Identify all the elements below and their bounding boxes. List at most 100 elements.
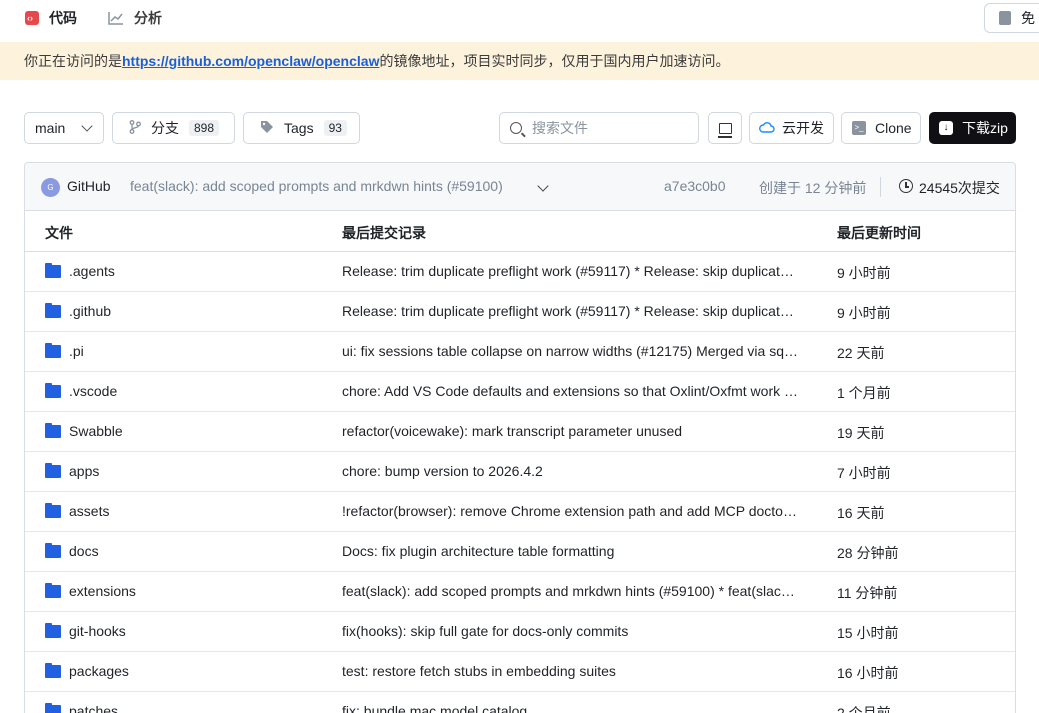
table-row[interactable]: .agents Release: trim duplicate prefligh… xyxy=(25,252,1015,292)
table-row[interactable]: extensions feat(slack): add scoped promp… xyxy=(25,572,1015,612)
row-updated-time: 11 分钟前 xyxy=(837,585,898,601)
folder-icon xyxy=(45,383,61,398)
table-header: 文件 最后提交记录 最后更新时间 xyxy=(25,211,1015,252)
table-row[interactable]: git-hooks fix(hooks): skip full gate for… xyxy=(25,612,1015,652)
file-name[interactable]: extensions xyxy=(69,583,136,599)
commit-count-link[interactable]: 24545次提交 xyxy=(919,178,1000,198)
banner-suffix: 的镜像地址，项目实时同步，仅用于国内用户加速访问。 xyxy=(379,53,730,69)
branches-button[interactable]: 分支 898 xyxy=(112,112,235,144)
row-commit-message[interactable]: fix: bundle mac model catalog xyxy=(342,703,800,713)
file-name[interactable]: docs xyxy=(69,543,99,559)
cloud-icon xyxy=(759,120,775,137)
avatar: G xyxy=(41,178,60,197)
table-row[interactable]: apps chore: bump version to 2026.4.2 7 小… xyxy=(25,452,1015,492)
table-row[interactable]: .github Release: trim duplicate prefligh… xyxy=(25,292,1015,332)
table-row[interactable]: patches fix: bundle mac model catalog 2 … xyxy=(25,692,1015,713)
top-tabs: 代码 分析 免 xyxy=(0,0,1039,42)
table-row[interactable]: packages test: restore fetch stubs in em… xyxy=(25,652,1015,692)
download-icon: ↓ xyxy=(939,121,953,135)
row-commit-message[interactable]: chore: Add VS Code defaults and extensio… xyxy=(342,383,800,399)
branch-select[interactable]: main xyxy=(24,112,104,144)
file-search-input[interactable] xyxy=(532,120,682,136)
tag-icon xyxy=(260,120,274,137)
file-name[interactable]: patches xyxy=(69,703,118,713)
header-file: 文件 xyxy=(45,225,73,241)
row-updated-time: 16 小时前 xyxy=(837,665,899,681)
tags-button[interactable]: Tags 93 xyxy=(243,112,360,144)
divider xyxy=(880,177,881,197)
table-row[interactable]: Swabble refactor(voicewake): mark transc… xyxy=(25,412,1015,452)
row-updated-time: 7 小时前 xyxy=(837,465,891,481)
latest-commit-bar: G GitHub feat(slack): add scoped prompts… xyxy=(25,163,1015,211)
commit-message[interactable]: feat(slack): add scoped prompts and mrkd… xyxy=(130,178,503,194)
branches-label: 分支 xyxy=(151,120,179,136)
row-commit-message[interactable]: refactor(voicewake): mark transcript par… xyxy=(342,423,800,439)
table-row[interactable]: .pi ui: fix sessions table collapse on n… xyxy=(25,332,1015,372)
folder-icon xyxy=(45,503,61,518)
folder-icon xyxy=(45,663,61,678)
tab-analysis-label: 分析 xyxy=(134,10,162,26)
file-search[interactable] xyxy=(499,112,699,144)
file-name[interactable]: apps xyxy=(69,463,99,479)
free-button-label: 免 xyxy=(1021,10,1035,26)
row-commit-message[interactable]: test: restore fetch stubs in embedding s… xyxy=(342,663,800,679)
server-icon xyxy=(999,11,1011,25)
clone-label: Clone xyxy=(875,120,912,136)
tags-count: 93 xyxy=(323,120,347,136)
folder-icon xyxy=(45,623,61,638)
row-commit-message[interactable]: Release: trim duplicate preflight work (… xyxy=(342,263,800,279)
row-updated-time: 19 天前 xyxy=(837,425,885,441)
folder-icon xyxy=(45,343,61,358)
folder-icon xyxy=(45,463,61,478)
cloud-dev-label: 云开发 xyxy=(782,120,824,136)
file-name[interactable]: git-hooks xyxy=(69,623,126,639)
file-name[interactable]: .agents xyxy=(69,263,115,279)
row-commit-message[interactable]: chore: bump version to 2026.4.2 xyxy=(342,463,800,479)
free-button[interactable]: 免 xyxy=(984,3,1039,33)
file-name[interactable]: assets xyxy=(69,503,109,519)
display-button[interactable] xyxy=(708,112,742,144)
tab-code[interactable]: 代码 xyxy=(25,0,77,36)
download-zip-button[interactable]: ↓ 下载zip xyxy=(929,112,1016,144)
chart-icon xyxy=(108,11,124,25)
commit-author[interactable]: GitHub xyxy=(67,178,111,194)
header-last-commit: 最后提交记录 xyxy=(342,225,426,241)
table-row[interactable]: assets !refactor(browser): remove Chrome… xyxy=(25,492,1015,532)
row-commit-message[interactable]: fix(hooks): skip full gate for docs-only… xyxy=(342,623,800,639)
row-updated-time: 28 分钟前 xyxy=(837,545,899,561)
file-name[interactable]: .github xyxy=(69,303,111,319)
branch-label: main xyxy=(35,120,66,136)
row-updated-time: 9 小时前 xyxy=(837,305,891,321)
file-name[interactable]: Swabble xyxy=(69,423,123,439)
chevron-down-icon[interactable] xyxy=(537,180,549,192)
commit-hash[interactable]: a7e3c0b0 xyxy=(664,178,726,194)
mirror-notice-banner: 你正在访问的是 https://github.com/openclaw/open… xyxy=(0,42,1039,80)
clock-icon xyxy=(899,179,913,193)
row-commit-message[interactable]: ui: fix sessions table collapse on narro… xyxy=(342,343,800,359)
file-browser: G GitHub feat(slack): add scoped prompts… xyxy=(24,162,1016,713)
folder-icon xyxy=(45,423,61,438)
file-name[interactable]: .vscode xyxy=(69,383,117,399)
tab-code-label: 代码 xyxy=(49,10,77,26)
row-commit-message[interactable]: Release: trim duplicate preflight work (… xyxy=(342,303,800,319)
row-commit-message[interactable]: Docs: fix plugin architecture table form… xyxy=(342,543,800,559)
clone-button[interactable]: >_ Clone xyxy=(841,112,921,144)
table-row[interactable]: docs Docs: fix plugin architecture table… xyxy=(25,532,1015,572)
row-commit-message[interactable]: !refactor(browser): remove Chrome extens… xyxy=(342,503,800,519)
branches-count: 898 xyxy=(189,120,220,136)
cloud-dev-button[interactable]: 云开发 xyxy=(749,112,834,144)
row-commit-message[interactable]: feat(slack): add scoped prompts and mrkd… xyxy=(342,583,800,599)
branch-icon xyxy=(129,119,141,137)
folder-icon xyxy=(45,263,61,278)
tags-label: Tags xyxy=(284,120,314,136)
source-repo-link[interactable]: https://github.com/openclaw/openclaw xyxy=(122,53,379,69)
chevron-down-icon xyxy=(81,120,93,132)
table-row[interactable]: .vscode chore: Add VS Code defaults and … xyxy=(25,372,1015,412)
file-name[interactable]: .pi xyxy=(69,343,84,359)
monitor-icon xyxy=(718,122,732,138)
row-updated-time: 9 小时前 xyxy=(837,265,891,281)
row-updated-time: 16 天前 xyxy=(837,505,885,521)
tab-analysis[interactable]: 分析 xyxy=(108,0,162,36)
folder-icon xyxy=(45,583,61,598)
file-name[interactable]: packages xyxy=(69,663,129,679)
